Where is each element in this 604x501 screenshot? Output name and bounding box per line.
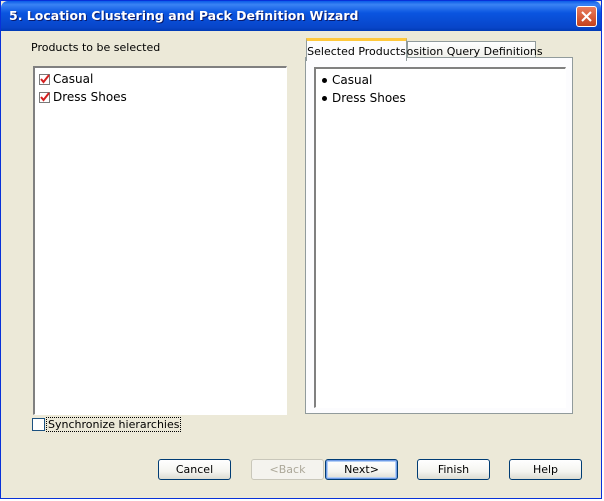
wizard-dialog: 5. Location Clustering and Pack Definiti… (0, 0, 602, 499)
checkmark-icon[interactable] (39, 91, 50, 103)
cancel-button[interactable]: Cancel (158, 459, 231, 480)
window-title: 5. Location Clustering and Pack Definiti… (9, 8, 359, 23)
synchronize-hierarchies-checkbox[interactable] (32, 418, 45, 431)
selected-products-panel: Casual Dress Shoes (305, 57, 573, 414)
bullet-icon (322, 95, 327, 101)
list-item[interactable]: Dress Shoes (320, 90, 406, 106)
tree-item-label: Casual (53, 72, 94, 86)
selected-product-label: Dress Shoes (332, 91, 406, 105)
tab-selected-products[interactable]: Selected Products (306, 38, 407, 61)
product-tree[interactable]: Casual Dress Shoes (33, 66, 287, 415)
title-bar[interactable]: 5. Location Clustering and Pack Definiti… (1, 1, 601, 31)
finish-button[interactable]: Finish (417, 459, 490, 480)
products-to-select-label: Products to be selected (31, 41, 161, 54)
close-button[interactable] (576, 6, 597, 27)
help-button[interactable]: Help (509, 459, 582, 480)
selected-product-label: Casual (332, 73, 373, 87)
close-icon (581, 11, 592, 22)
list-item[interactable]: Casual (320, 72, 372, 88)
tree-item-casual[interactable]: Casual (39, 71, 93, 87)
selected-products-list[interactable]: Casual Dress Shoes (314, 67, 566, 408)
bullet-icon (322, 77, 327, 83)
back-button[interactable]: <Back (251, 459, 324, 480)
tree-item-label: Dress Shoes (53, 90, 127, 104)
checkmark-icon[interactable] (39, 73, 50, 85)
tree-item-dress-shoes[interactable]: Dress Shoes (39, 89, 127, 105)
next-button[interactable]: Next> (325, 459, 398, 480)
synchronize-hierarchies-label[interactable]: Synchronize hierarchies (46, 417, 182, 432)
